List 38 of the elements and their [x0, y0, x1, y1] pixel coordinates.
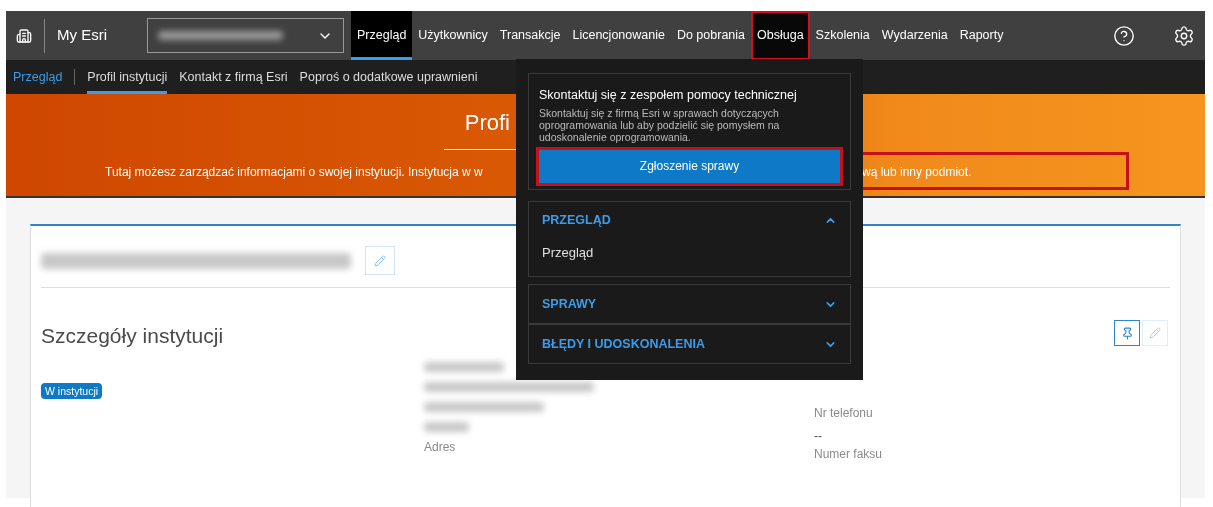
breadcrumb-link[interactable]: Przegląd — [13, 60, 63, 94]
pencil-icon — [374, 254, 386, 267]
status-badge: W instytucji — [41, 382, 103, 399]
building-icon — [16, 27, 32, 44]
nav-tab[interactable]: Transakcje — [493, 11, 567, 60]
account-dropdown[interactable] — [147, 18, 344, 53]
pin-button[interactable] — [1114, 320, 1140, 346]
field-label: Numer faksu — [814, 445, 883, 463]
banner-text: wą lub inny podmiot. — [862, 164, 972, 181]
nav-tab[interactable]: Wydarzenia — [875, 11, 954, 60]
nav-tab[interactable]: Obsługa — [751, 11, 810, 60]
contact-description: Skontaktuj się z firmą Esri w sprawach dotyczących oprogramowania lub aby podzielić się pomysłem na udoskonalenie oprogramowania. — [539, 106, 781, 143]
field-label: Adres — [424, 438, 457, 456]
redacted-text — [424, 421, 469, 432]
nav-tab[interactable]: Do pobrania — [670, 11, 752, 60]
help-icon[interactable] — [1113, 24, 1135, 47]
nav-tab[interactable]: Użytkownicy — [412, 11, 494, 60]
nav-tab[interactable]: Szkolenia — [809, 11, 876, 60]
field-value: -- — [814, 427, 823, 445]
nav-tab[interactable]: Raporty — [953, 11, 1010, 60]
menu-item[interactable]: Przegląd — [529, 239, 850, 277]
nav-tab[interactable]: Licencjonowanie — [566, 11, 671, 60]
submit-case-button[interactable]: Zgłoszenie sprawy — [539, 149, 840, 183]
pencil-icon — [1149, 327, 1161, 339]
banner-text: Tutaj możesz zarządzać informacjami o swojej instytucji. Instytucja w w — [105, 164, 484, 181]
sub-nav-tab[interactable]: Poproś o dodatkowe uprawnieni — [299, 60, 478, 94]
sub-nav-tab[interactable]: Kontakt z firmą Esri — [179, 60, 288, 94]
settings-icon[interactable] — [1173, 24, 1195, 47]
accordion-header[interactable]: PRZEGLĄD — [529, 201, 850, 240]
contact-title: Skontaktuj się z zespołem pomocy technicznej — [539, 87, 798, 104]
nav-tab[interactable]: Przegląd — [351, 11, 413, 60]
pin-icon — [1120, 326, 1134, 340]
section-heading: Szczegóły instytucji — [41, 323, 224, 349]
field-label: Nr telefonu — [814, 404, 874, 422]
banner-title: Profi — [464, 109, 510, 137]
app-title[interactable]: My Esri — [57, 24, 107, 47]
accordion-header[interactable]: BŁĘDY I UDOSKONALENIA — [529, 325, 850, 364]
accordion-header[interactable]: SPRAWY — [529, 285, 850, 324]
